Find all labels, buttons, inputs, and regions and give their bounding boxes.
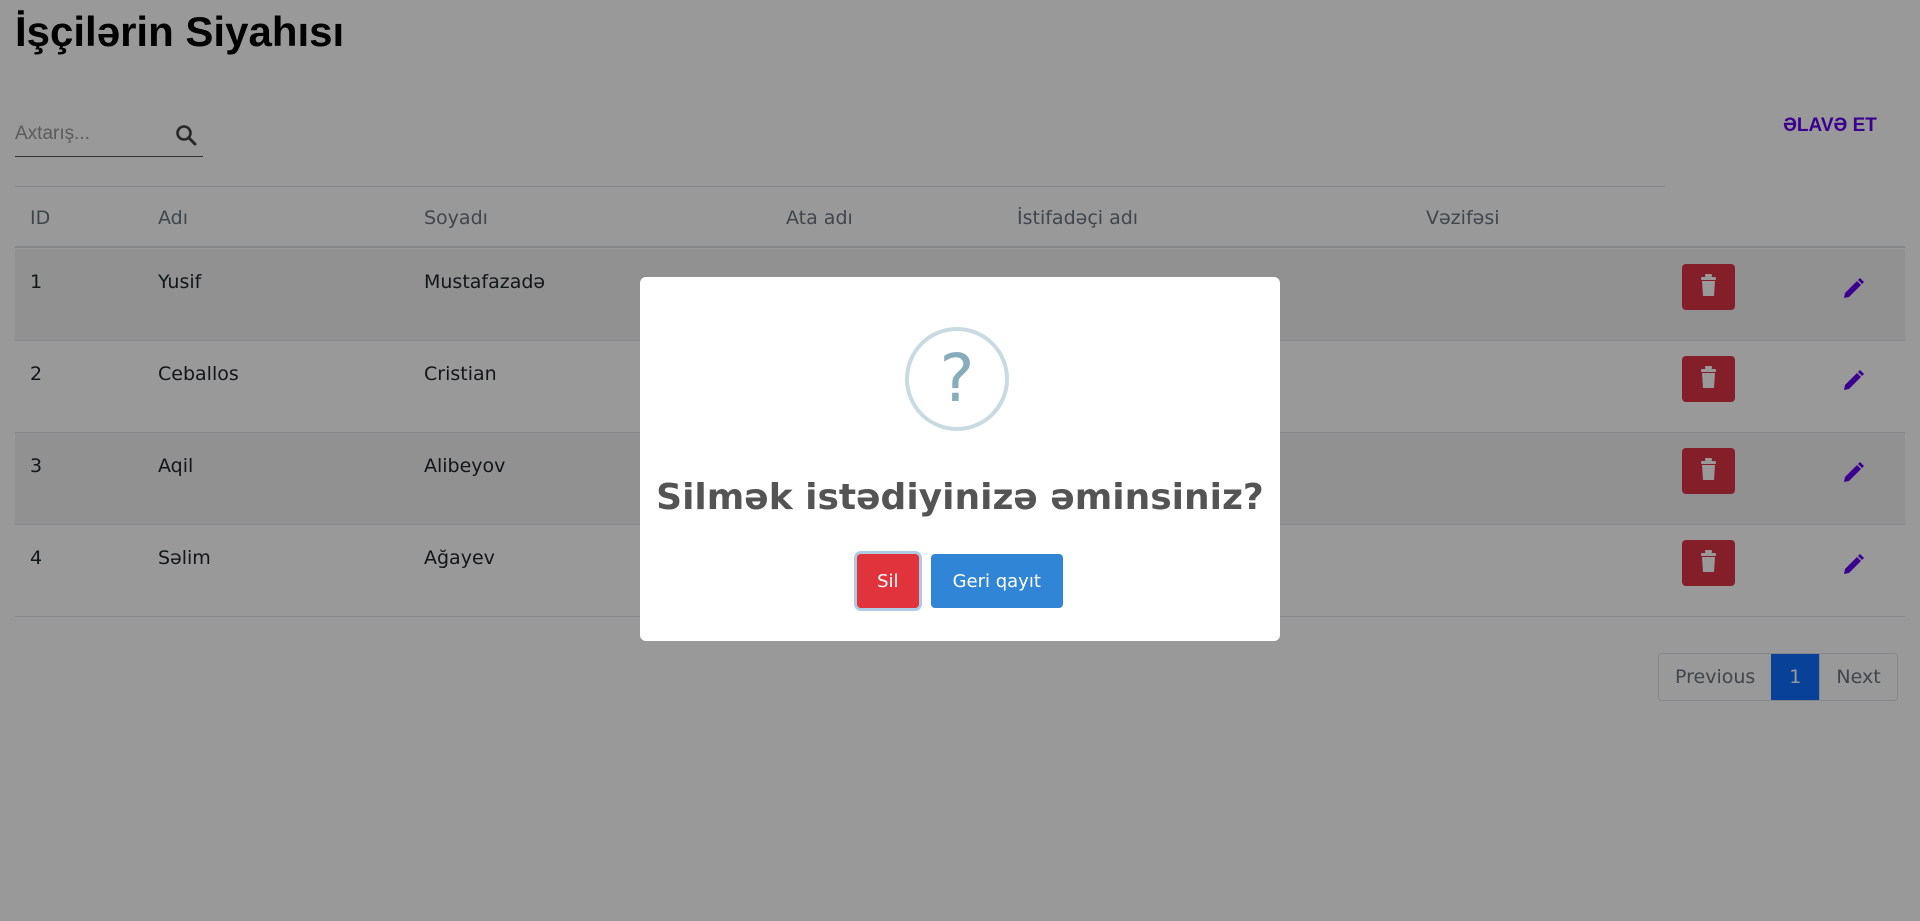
question-icon: ? [905,327,1009,431]
confirm-delete-button[interactable]: Sil [857,554,919,608]
confirm-delete-dialog: ? Silmək istədiyinizə əminsiniz? Sil Ger… [640,277,1280,641]
employee-list-page: İşçilərin Siyahısı ƏLAVƏ ET ID Adı Soyad… [0,0,1920,921]
dialog-title: Silmək istədiyinizə əminsiniz? [656,477,1264,518]
dialog-actions: Sil Geri qayıt [640,554,1280,608]
cancel-button[interactable]: Geri qayıt [930,554,1063,608]
